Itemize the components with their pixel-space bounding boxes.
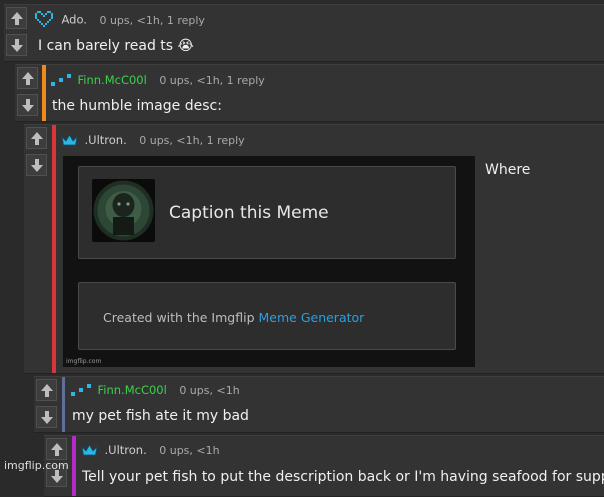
comment-5: .Ultron. 0 ups, <1h Tell your pet fish t…	[44, 435, 604, 497]
meme-thumbnail	[92, 179, 155, 242]
caption-title: Caption this Meme	[169, 203, 329, 223]
upvote-button[interactable]	[36, 379, 57, 401]
upvote-button[interactable]	[46, 438, 67, 460]
upvote-button[interactable]	[17, 67, 38, 89]
comment-text: my pet fish ate it my bad	[72, 408, 249, 424]
arrow-up-icon	[40, 383, 53, 397]
pixel-heart-icon	[35, 11, 55, 30]
username[interactable]: Finn.McC00l	[78, 73, 147, 87]
created-prefix: Created with the Imgflip	[103, 310, 255, 325]
comment-meta: 0 ups, <1h	[179, 384, 240, 397]
arrow-up-icon	[10, 11, 23, 25]
crown-icon	[81, 443, 98, 459]
username[interactable]: .Ultron.	[105, 443, 147, 457]
username[interactable]: Finn.McC00l	[98, 383, 167, 397]
comment-header: Finn.McC00l 0 ups, <1h	[71, 383, 240, 399]
crown-icon	[61, 133, 78, 149]
arrow-down-icon	[21, 98, 34, 112]
comment-text: I can barely read ts 😭	[38, 38, 194, 54]
comment-text: Tell your pet fish to put the descriptio…	[82, 469, 604, 485]
created-with-text: Created with the Imgflip Meme Generator	[103, 310, 364, 325]
downvote-button[interactable]	[17, 94, 38, 116]
meme-image[interactable]: Caption this Meme Created with the Imgfl…	[63, 156, 475, 367]
caption-card: Caption this Meme	[78, 166, 456, 259]
pixel-dots-icon	[71, 383, 91, 399]
pixel-dots-icon	[51, 73, 71, 89]
comment-header: Finn.McC00l 0 ups, <1h, 1 reply	[51, 73, 265, 89]
upvote-button[interactable]	[6, 7, 27, 29]
downvote-button[interactable]	[6, 34, 27, 56]
comment-text: Where	[485, 162, 531, 178]
comment-header: Ado. 0 ups, <1h, 1 reply	[35, 11, 205, 30]
thread-accent-bar	[72, 436, 76, 496]
arrow-up-icon	[30, 131, 43, 145]
comment-meta: 0 ups, <1h, 1 reply	[159, 74, 265, 87]
thread-accent-bar	[52, 125, 56, 373]
dark-figure-icon	[93, 180, 154, 241]
comment-meta: 0 ups, <1h, 1 reply	[139, 134, 245, 147]
thread-accent-bar	[42, 65, 46, 121]
arrow-up-icon	[21, 71, 34, 85]
username[interactable]: .Ultron.	[85, 133, 127, 147]
upvote-button[interactable]	[26, 127, 47, 149]
comment-2: Finn.McC00l 0 ups, <1h, 1 reply the humb…	[15, 64, 604, 122]
site-watermark: imgflip.com	[4, 459, 69, 472]
username[interactable]: Ado.	[62, 13, 87, 27]
comment-header: .Ultron. 0 ups, <1h, 1 reply	[61, 133, 245, 149]
comment-meta: 0 ups, <1h, 1 reply	[99, 13, 205, 27]
comment-1: Ado. 0 ups, <1h, 1 reply I can barely re…	[4, 4, 604, 62]
arrow-down-icon	[40, 410, 53, 424]
image-site-label: imgflip.com	[66, 358, 102, 365]
arrow-up-icon	[50, 442, 63, 456]
meme-generator-link[interactable]: Meme Generator	[259, 310, 365, 325]
comment-header: .Ultron. 0 ups, <1h	[81, 443, 220, 459]
downvote-button[interactable]	[36, 406, 57, 428]
comment-3: .Ultron. 0 ups, <1h, 1 reply Caption thi…	[24, 124, 604, 374]
downvote-button[interactable]	[26, 154, 47, 176]
comment-4: Finn.McC00l 0 ups, <1h my pet fish ate i…	[34, 376, 604, 433]
arrow-down-icon	[30, 158, 43, 172]
arrow-down-icon	[10, 38, 23, 52]
created-with-card: Created with the Imgflip Meme Generator	[78, 282, 456, 350]
comment-text: the humble image desc:	[52, 98, 222, 114]
comment-meta: 0 ups, <1h	[159, 444, 220, 457]
thread-accent-bar	[62, 377, 65, 432]
